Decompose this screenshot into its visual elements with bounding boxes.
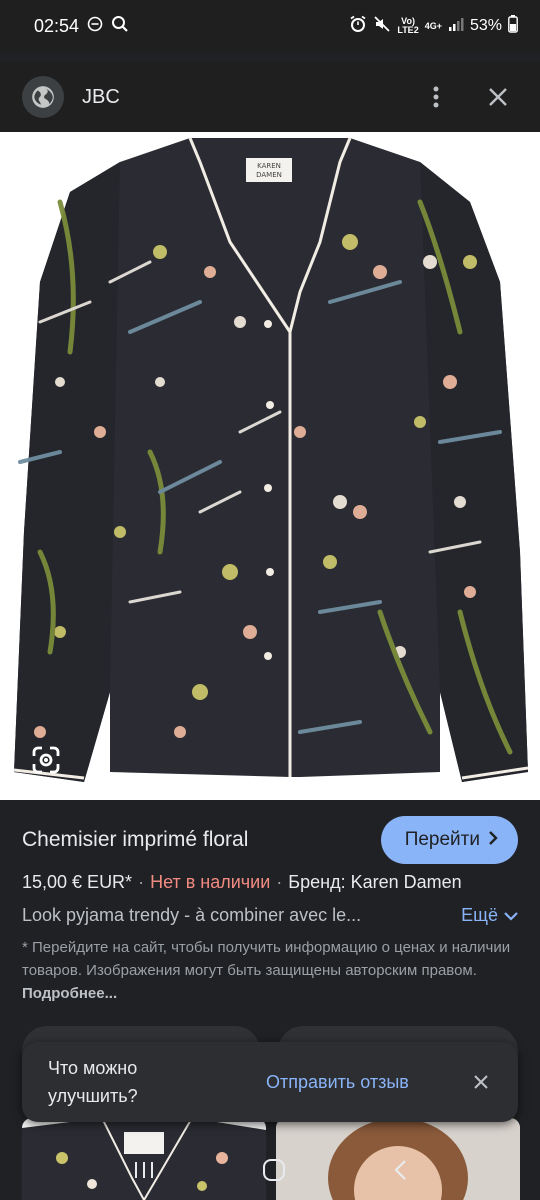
show-more-label: Ещё <box>461 905 498 925</box>
back-icon[interactable] <box>393 1159 407 1186</box>
volte-label: Vo) LTE2 <box>397 16 419 35</box>
do-not-disturb-icon <box>87 16 103 37</box>
close-button[interactable] <box>478 77 518 117</box>
chevron-right-icon <box>488 829 498 851</box>
stock-status: Нет в наличии <box>150 872 271 892</box>
status-right: Vo) LTE2 4G+ 53% <box>349 14 518 38</box>
more-options-button[interactable] <box>416 77 456 117</box>
close-icon <box>474 1075 488 1089</box>
feedback-snackbar: Что можно улучшить? Отправить отзыв <box>22 1042 518 1122</box>
globe-icon <box>22 76 64 118</box>
dismiss-snackbar-button[interactable] <box>466 1067 496 1097</box>
show-more-button[interactable]: Ещё <box>461 905 518 926</box>
copyright-disclaimer: * Перейдите на сайт, чтобы получить инфо… <box>22 936 518 1005</box>
send-feedback-button[interactable]: Отправить отзыв <box>266 1072 409 1093</box>
product-title: Chemisier imprimé floral <box>22 828 249 851</box>
google-lens-icon[interactable] <box>26 740 66 780</box>
title-row: Chemisier imprimé floral Перейти <box>22 816 518 864</box>
battery-icon <box>508 14 518 38</box>
network-type-label: 4G+ <box>424 20 442 31</box>
system-nav-bar <box>0 1144 540 1200</box>
recent-apps-icon[interactable] <box>133 1160 155 1185</box>
battery-percent: 53% <box>469 17 502 34</box>
product-description: Look pyjama trendy - à combiner avec le.… <box>22 905 362 925</box>
product-meta: 15,00 € EUR* · Нет в наличии · Бренд: Karen … <box>22 872 462 892</box>
home-icon[interactable] <box>262 1158 286 1187</box>
learn-more-link[interactable]: Подробнее... <box>22 985 117 1002</box>
alarm-icon <box>349 15 367 38</box>
viewer-header: JBC <box>0 62 540 132</box>
status-bar: 02:54 Vo) LTE2 4G+ 53% <box>0 0 540 52</box>
visit-site-button[interactable]: Перейти <box>380 816 518 864</box>
mute-icon <box>373 15 391 38</box>
status-time: 02:54 <box>34 15 80 36</box>
svg-text:KAREN: KAREN <box>257 162 281 170</box>
blouse-illustration: KAREN DAMEN <box>13 137 529 782</box>
chevron-down-icon <box>504 905 518 926</box>
signal-icon <box>448 17 464 36</box>
search-status-icon <box>111 15 129 38</box>
disclaimer-text: * Перейдите на сайт, чтобы получить инфо… <box>22 939 511 979</box>
svg-text:DAMEN: DAMEN <box>256 171 282 179</box>
product-price: 15,00 € EUR* <box>22 872 133 892</box>
description-row: Look pyjama trendy - à combiner avec le.… <box>22 905 518 926</box>
product-brand: Бренд: Karen Damen <box>288 872 462 892</box>
status-left: 02:54 <box>34 15 129 38</box>
product-image[interactable]: KAREN DAMEN <box>0 132 540 800</box>
visit-site-label: Перейти <box>404 829 480 850</box>
site-name[interactable]: JBC <box>82 86 120 109</box>
feedback-prompt: Что можно улучшить? <box>48 1058 138 1106</box>
